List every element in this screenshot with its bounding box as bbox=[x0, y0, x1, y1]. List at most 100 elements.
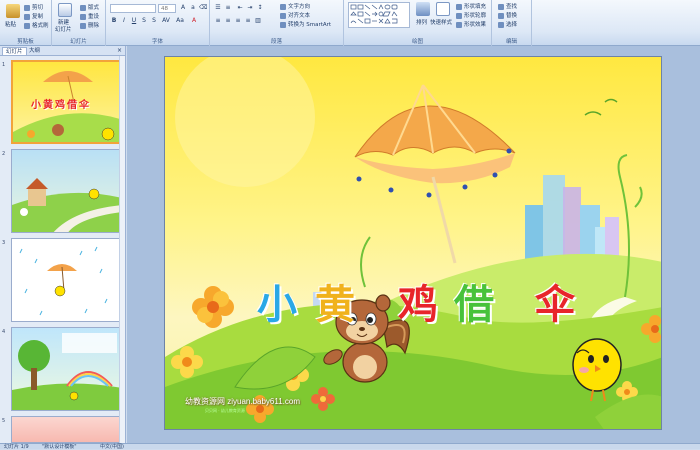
slide-counter: 幻灯片 1/9 bbox=[4, 444, 29, 450]
umbrella bbox=[354, 84, 516, 264]
strike-button[interactable]: S bbox=[140, 17, 148, 25]
align-right-button[interactable]: ≡ bbox=[234, 17, 242, 25]
watermark-subtext: 贝贝网 · 幼儿教育资源 bbox=[205, 408, 245, 413]
title-char[interactable]: 借 bbox=[454, 272, 494, 330]
align-text-icon bbox=[280, 12, 286, 19]
brush-icon bbox=[24, 22, 30, 29]
title-char[interactable]: 小 bbox=[257, 272, 297, 330]
columns-button[interactable]: ▥ bbox=[254, 17, 262, 25]
clipboard-group: 粘贴 剪切 复制 格式刷 剪贴板 bbox=[0, 0, 52, 46]
smartart-icon bbox=[280, 21, 286, 28]
delete-button[interactable]: 删除 bbox=[80, 21, 99, 29]
slides-group-label: 幻灯片 bbox=[70, 39, 87, 45]
cursor-icon bbox=[498, 21, 504, 28]
align-left-button[interactable]: ≡ bbox=[214, 17, 222, 25]
pane-scrollbar[interactable] bbox=[119, 56, 125, 443]
thumbnail-number: 1 bbox=[2, 62, 6, 68]
tab-outline[interactable]: 大纲 bbox=[26, 47, 43, 55]
pen-icon bbox=[456, 12, 462, 19]
copy-icon bbox=[24, 13, 30, 20]
quick-styles-icon[interactable] bbox=[436, 2, 450, 16]
fill-bucket-icon bbox=[456, 3, 462, 10]
thumbnail-3-art bbox=[19, 246, 108, 316]
shapes-gallery[interactable] bbox=[348, 2, 410, 28]
binoculars-icon bbox=[498, 3, 504, 10]
shape-outline-button[interactable]: 形状轮廓 bbox=[456, 11, 486, 19]
slides-pane: 幻灯片 大纲 × 1 小黄鸡借伞 2 3 4 5 bbox=[0, 46, 126, 443]
font-group-label: 字体 bbox=[151, 39, 163, 45]
title-char[interactable]: 伞 bbox=[535, 272, 575, 330]
grow-font-button[interactable]: A bbox=[179, 4, 187, 12]
arrange-button[interactable]: 排列 bbox=[416, 18, 427, 26]
slide-thumbnail-2[interactable] bbox=[11, 149, 121, 233]
smartart-button[interactable]: 转换为 SmartArt bbox=[280, 20, 331, 28]
layout-button[interactable]: 版式 bbox=[80, 3, 99, 11]
title-char[interactable]: 鸡 bbox=[398, 272, 438, 330]
slide-thumbnail-1[interactable]: 小黄鸡借伞 bbox=[11, 60, 121, 144]
shape-fill-button[interactable]: 形状填充 bbox=[456, 2, 486, 10]
underline-button[interactable]: U bbox=[130, 17, 138, 25]
slides-group: 新建 幻灯片 版式 重设 删除 幻灯片 bbox=[52, 0, 106, 46]
drawing-group: 排列 快速样式 形状填充 形状轮廓 形状效果 绘图 bbox=[344, 0, 492, 46]
replace-button[interactable]: 替换 bbox=[498, 11, 517, 19]
clear-format-button[interactable]: ⌫ bbox=[199, 4, 207, 12]
line-spacing-button[interactable]: ↕ bbox=[256, 4, 264, 12]
numbering-button[interactable]: ≡ bbox=[224, 4, 232, 12]
new-slide-button-line2[interactable]: 幻灯片 bbox=[55, 25, 72, 33]
cut-button[interactable]: 剪切 bbox=[24, 3, 43, 11]
bullets-button[interactable]: ☰ bbox=[214, 4, 222, 12]
align-center-button[interactable]: ≡ bbox=[224, 17, 232, 25]
slide-artwork bbox=[165, 57, 661, 429]
decrease-indent-button[interactable]: ⇤ bbox=[236, 4, 244, 12]
select-button[interactable]: 选择 bbox=[498, 20, 517, 28]
increase-indent-button[interactable]: ⇥ bbox=[246, 4, 254, 12]
shapes-gallery-icons bbox=[350, 4, 398, 24]
format-painter-button[interactable]: 格式刷 bbox=[24, 21, 49, 29]
scissors-icon bbox=[24, 4, 30, 11]
paste-icon[interactable] bbox=[6, 4, 20, 18]
new-slide-icon[interactable] bbox=[58, 3, 72, 17]
editing-group: 查找 替换 选择 编辑 bbox=[492, 0, 532, 46]
thumbnail-1-title: 小黄鸡借伞 bbox=[31, 100, 91, 111]
quick-styles-button[interactable]: 快速样式 bbox=[430, 18, 452, 26]
justify-button[interactable]: ≡ bbox=[244, 17, 252, 25]
tab-slides[interactable]: 幻灯片 bbox=[2, 47, 27, 55]
paragraph-group: ☰ ≡ ⇤ ⇥ ↕ ≡ ≡ ≡ ≡ ▥ 文字方向 对齐文本 转换为 SmartA… bbox=[210, 0, 344, 46]
char-spacing-button[interactable]: AV bbox=[162, 17, 170, 25]
slide-thumbnail-5[interactable] bbox=[11, 416, 121, 443]
shape-effects-button[interactable]: 形状效果 bbox=[456, 20, 486, 28]
reset-button[interactable]: 重设 bbox=[80, 12, 99, 20]
font-color-button[interactable]: A bbox=[190, 17, 198, 25]
status-bar: 幻灯片 1/9 "默认设计模板" 中文(中国) bbox=[0, 443, 700, 450]
thumbnail-2-art bbox=[12, 178, 120, 232]
font-name-select[interactable] bbox=[110, 4, 156, 13]
reset-icon bbox=[80, 13, 86, 20]
drawing-group-label: 绘图 bbox=[411, 39, 423, 45]
thumbnail-number: 5 bbox=[2, 418, 6, 424]
thumbnail-number: 3 bbox=[2, 240, 6, 246]
language-status[interactable]: 中文(中国) bbox=[100, 444, 124, 450]
paste-button[interactable]: 粘贴 bbox=[5, 20, 16, 28]
find-button[interactable]: 查找 bbox=[498, 2, 517, 10]
slide-thumbnail-3[interactable] bbox=[11, 238, 121, 322]
pane-tabs: 幻灯片 大纲 × bbox=[0, 46, 125, 56]
shrink-font-button[interactable]: a bbox=[189, 4, 197, 12]
font-size-select[interactable]: 48 bbox=[158, 4, 176, 13]
bold-button[interactable]: B bbox=[110, 17, 118, 25]
arrange-icon[interactable] bbox=[416, 2, 430, 16]
delete-icon bbox=[80, 22, 86, 29]
shadow-button[interactable]: S bbox=[150, 17, 158, 25]
text-direction-icon bbox=[280, 3, 286, 10]
italic-button[interactable]: I bbox=[120, 17, 128, 25]
title-char[interactable]: 黄 bbox=[315, 272, 355, 330]
effects-icon bbox=[456, 21, 462, 28]
slide-thumbnail-4[interactable] bbox=[11, 327, 121, 411]
change-case-button[interactable]: Aa bbox=[176, 17, 184, 25]
ribbon: 粘贴 剪切 复制 格式刷 剪贴板 新建 幻灯片 版式 重设 删除 幻灯片 48 … bbox=[0, 0, 700, 46]
slide-canvas[interactable]: 小 黄 鸡 借 伞 幼教资源网 ziyuan.baby611.com 贝贝网 ·… bbox=[164, 56, 662, 430]
font-group: 48 A a ⌫ B I U S S AV Aa A 字体 bbox=[106, 0, 210, 46]
align-text-button[interactable]: 对齐文本 bbox=[280, 11, 310, 19]
copy-button[interactable]: 复制 bbox=[24, 12, 43, 20]
text-direction-button[interactable]: 文字方向 bbox=[280, 2, 310, 10]
close-icon[interactable]: × bbox=[117, 47, 122, 54]
